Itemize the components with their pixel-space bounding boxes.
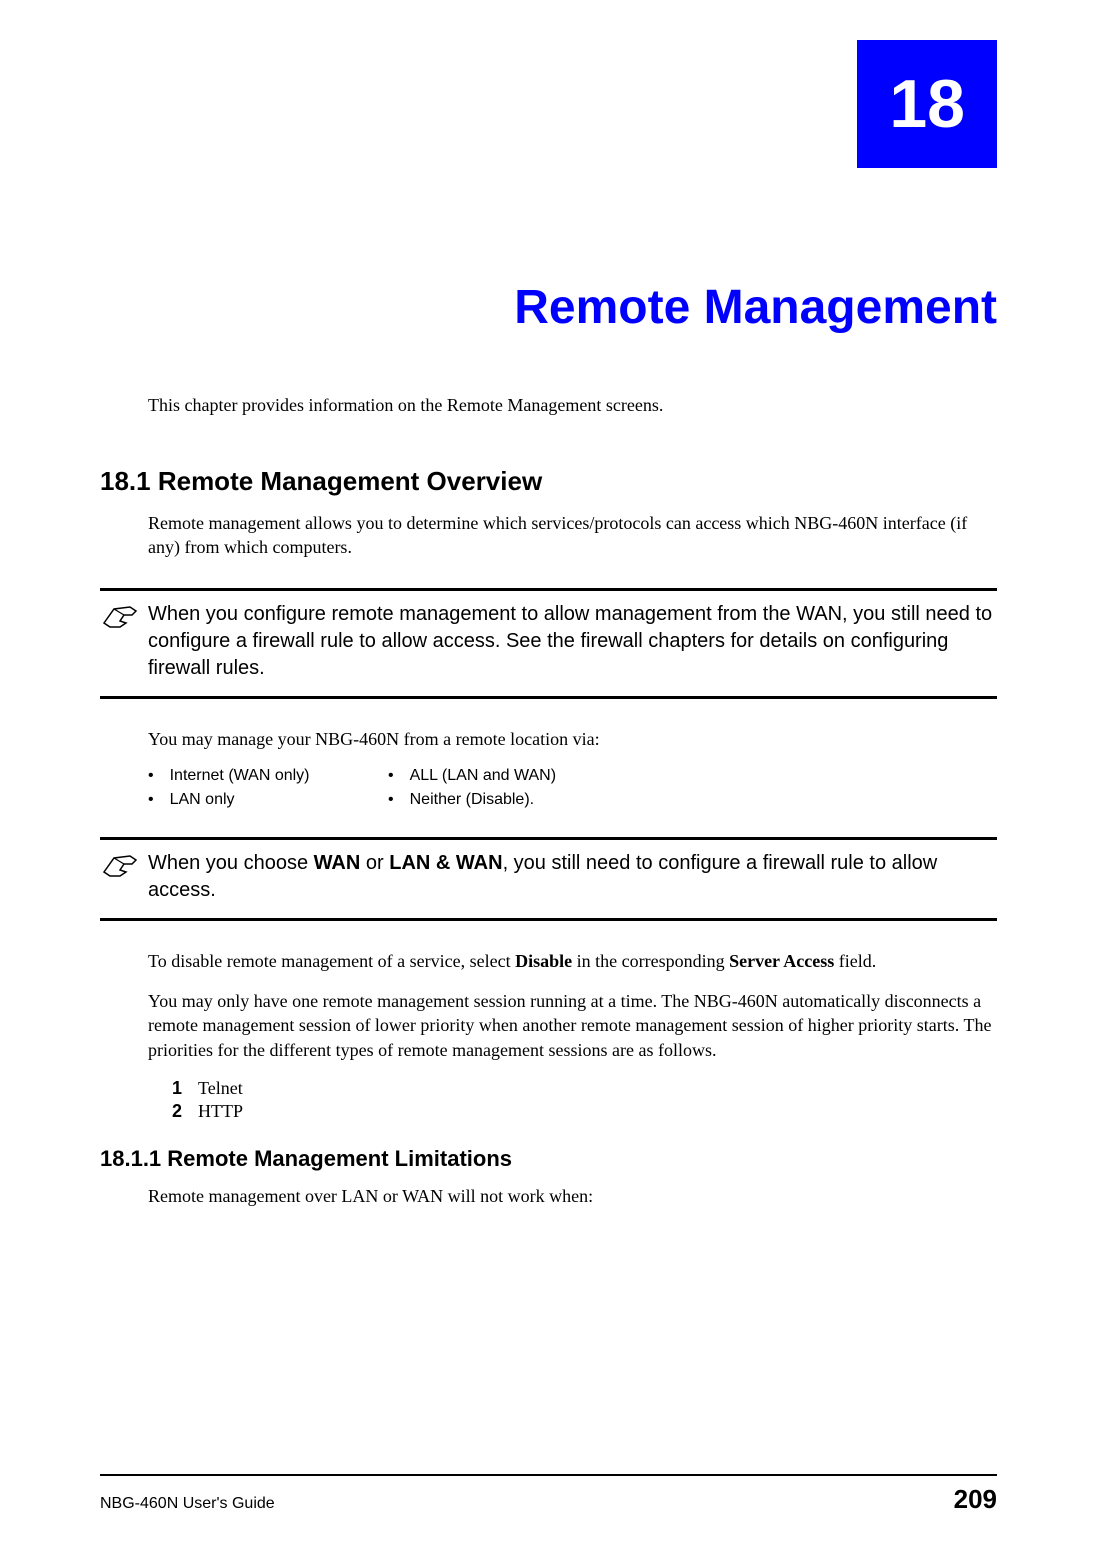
note-2-bold1: WAN bbox=[314, 852, 361, 874]
para3-mid: in the corresponding bbox=[572, 951, 729, 971]
para3-post: field. bbox=[834, 951, 876, 971]
para3-bold2: Server Access bbox=[729, 951, 834, 971]
ordered-text: HTTP bbox=[198, 1101, 243, 1122]
para3-pre: To disable remote management of a servic… bbox=[148, 951, 515, 971]
page-number: 209 bbox=[954, 1484, 997, 1515]
bullet-dot-icon: • bbox=[388, 791, 394, 809]
bullet-cell: • Neither (Disable). bbox=[388, 791, 628, 809]
bullet-text: Internet (WAN only) bbox=[170, 767, 310, 785]
note-block-1: When you configure remote management to … bbox=[100, 588, 997, 699]
note-2-text: When you choose WAN or LAN & WAN, you st… bbox=[148, 850, 997, 904]
page-footer: NBG-460N User's Guide 209 bbox=[100, 1474, 997, 1515]
bullet-text: LAN only bbox=[170, 791, 235, 809]
bullet-row-2: • LAN only • Neither (Disable). bbox=[148, 791, 997, 809]
section-18-1-para2: You may manage your NBG-460N from a remo… bbox=[148, 727, 997, 751]
chapter-number-box: 18 bbox=[857, 40, 997, 168]
bullet-dot-icon: • bbox=[148, 791, 154, 809]
ordered-num: 2 bbox=[172, 1101, 198, 1122]
section-18-1-para3: To disable remote management of a servic… bbox=[148, 949, 997, 973]
note-rule-bottom bbox=[100, 696, 997, 699]
note-content: When you choose WAN or LAN & WAN, you st… bbox=[100, 840, 997, 904]
ordered-item-1: 1 Telnet bbox=[172, 1078, 997, 1099]
note-icon bbox=[100, 601, 144, 639]
bullet-text: Neither (Disable). bbox=[410, 791, 534, 809]
intro-text: This chapter provides information on the… bbox=[148, 395, 997, 416]
section-18-1-para1: Remote management allows you to determin… bbox=[148, 511, 997, 560]
section-18-1-para4: You may only have one remote management … bbox=[148, 989, 997, 1062]
bullet-table: • Internet (WAN only) • ALL (LAN and WAN… bbox=[148, 767, 997, 809]
note-content: When you configure remote management to … bbox=[100, 591, 997, 682]
footer-guide-name: NBG-460N User's Guide bbox=[100, 1495, 275, 1513]
chapter-number: 18 bbox=[889, 66, 965, 142]
bullet-text: ALL (LAN and WAN) bbox=[410, 767, 556, 785]
bullet-cell: • LAN only bbox=[148, 791, 388, 809]
bullet-cell: • ALL (LAN and WAN) bbox=[388, 767, 628, 785]
ordered-list: 1 Telnet 2 HTTP bbox=[172, 1078, 997, 1122]
page-container: 18 Remote Management This chapter provid… bbox=[0, 0, 1097, 1553]
note-icon bbox=[100, 850, 144, 888]
ordered-num: 1 bbox=[172, 1078, 198, 1099]
chapter-title: Remote Management bbox=[100, 280, 997, 335]
subsection-heading-18-1-1: 18.1.1 Remote Management Limitations bbox=[100, 1146, 997, 1172]
ordered-text: Telnet bbox=[198, 1078, 243, 1099]
bullet-dot-icon: • bbox=[388, 767, 394, 785]
section-heading-18-1: 18.1 Remote Management Overview bbox=[100, 466, 997, 497]
footer-rule bbox=[100, 1474, 997, 1476]
bullet-dot-icon: • bbox=[148, 767, 154, 785]
note-2-bold2: LAN & WAN bbox=[389, 852, 502, 874]
bullet-row-1: • Internet (WAN only) • ALL (LAN and WAN… bbox=[148, 767, 997, 785]
footer-row: NBG-460N User's Guide 209 bbox=[100, 1484, 997, 1515]
section-18-1-1-para1: Remote management over LAN or WAN will n… bbox=[148, 1184, 997, 1208]
bullet-cell: • Internet (WAN only) bbox=[148, 767, 388, 785]
note-block-2: When you choose WAN or LAN & WAN, you st… bbox=[100, 837, 997, 921]
para3-bold1: Disable bbox=[515, 951, 572, 971]
note-2-mid: or bbox=[360, 852, 389, 874]
note-2-pre: When you choose bbox=[148, 852, 314, 874]
note-rule-bottom bbox=[100, 918, 997, 921]
ordered-item-2: 2 HTTP bbox=[172, 1101, 997, 1122]
note-1-text: When you configure remote management to … bbox=[148, 601, 997, 682]
